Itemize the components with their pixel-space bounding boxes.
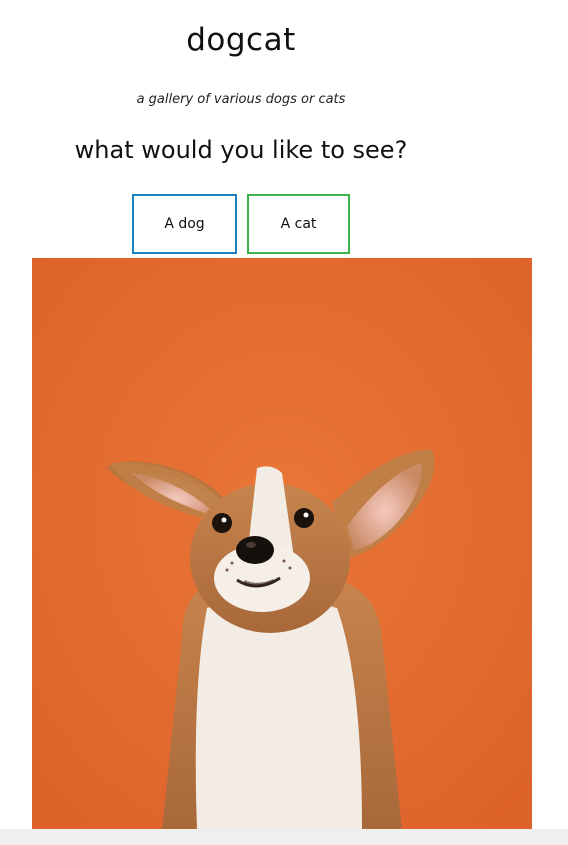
prompt-question: what would you like to see? <box>74 136 408 164</box>
corgi-puppy-photo <box>32 258 532 829</box>
page: dogcat a gallery of various dogs or cats… <box>0 0 568 845</box>
gallery-image <box>32 258 532 829</box>
site-tagline: a gallery of various dogs or cats <box>136 92 346 107</box>
site-title: dogcat <box>186 22 296 58</box>
dog-button[interactable]: A dog <box>132 194 237 254</box>
cat-button[interactable]: A cat <box>247 194 350 254</box>
bottom-scroll-area <box>0 829 568 845</box>
